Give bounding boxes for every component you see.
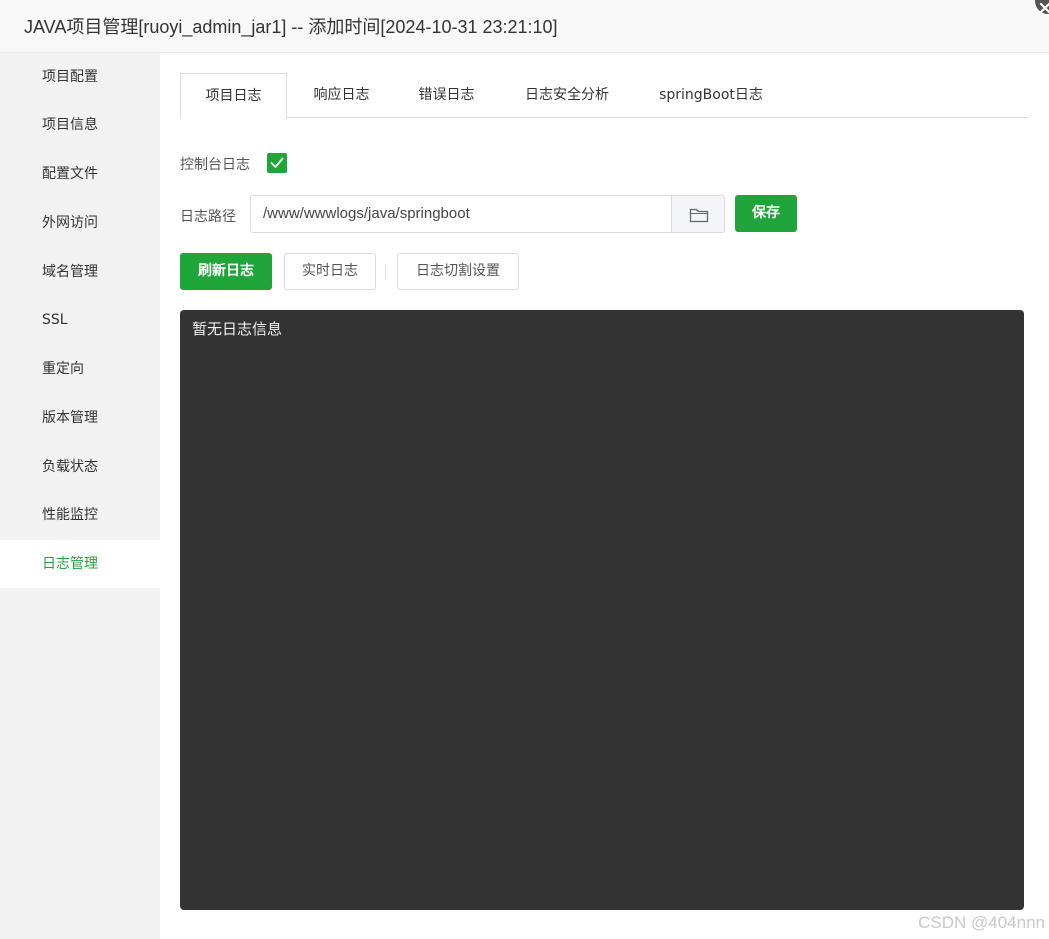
tab-project-log[interactable]: 项目日志 <box>180 73 287 119</box>
sidebar-item-load-status[interactable]: 负载状态 <box>0 443 160 491</box>
save-button[interactable]: 保存 <box>735 195 797 232</box>
refresh-log-button[interactable]: 刷新日志 <box>180 253 272 290</box>
sidebar-item-config-file[interactable]: 配置文件 <box>0 150 160 198</box>
console-log-checkbox[interactable] <box>267 153 287 173</box>
folder-icon <box>689 208 709 223</box>
log-path-label: 日志路径 <box>180 209 236 225</box>
watermark: CSDN @404nnn <box>918 913 1045 932</box>
tab-log-security[interactable]: 日志安全分析 <box>497 73 637 118</box>
close-icon <box>1039 2 1049 14</box>
tab-response-log[interactable]: 响应日志 <box>287 73 396 118</box>
project-dialog: JAVA项目管理[ruoyi_admin_jar1] -- 添加时间[2024-… <box>0 0 1049 939</box>
log-tabs: 项目日志 响应日志 错误日志 日志安全分析 springBoot日志 <box>180 73 1028 119</box>
sidebar-item-domain[interactable]: 域名管理 <box>0 248 160 296</box>
browse-folder-button[interactable] <box>671 195 725 233</box>
dialog-titlebar: JAVA项目管理[ruoyi_admin_jar1] -- 添加时间[2024-… <box>0 0 1049 53</box>
sidebar-item-performance[interactable]: 性能监控 <box>0 491 160 539</box>
sidebar-item-version[interactable]: 版本管理 <box>0 394 160 442</box>
main-panel: 项目日志 响应日志 错误日志 日志安全分析 springBoot日志 控制台日志… <box>160 53 1049 939</box>
sidebar-item-project-config[interactable]: 项目配置 <box>0 53 160 101</box>
log-path-input[interactable]: /www/wwwlogs/java/springboot <box>250 195 672 233</box>
dialog-title: JAVA项目管理[ruoyi_admin_jar1] -- 添加时间[2024-… <box>24 17 558 37</box>
sidebar-item-ssl[interactable]: SSL <box>0 296 160 344</box>
tab-error-log[interactable]: 错误日志 <box>396 73 497 118</box>
sidebar-item-redirect[interactable]: 重定向 <box>0 345 160 393</box>
sidebar: 项目配置 项目信息 配置文件 外网访问 域名管理 SSL 重定向 版本管理 负载… <box>0 53 160 939</box>
log-output-text: 暂无日志信息 <box>192 320 283 338</box>
sidebar-item-external-access[interactable]: 外网访问 <box>0 199 160 247</box>
realtime-log-button[interactable]: 实时日志 <box>284 253 376 290</box>
sidebar-item-log-management[interactable]: 日志管理 <box>0 540 160 588</box>
log-output-panel[interactable]: 暂无日志信息 <box>180 310 1024 910</box>
console-log-label: 控制台日志 <box>180 157 250 173</box>
tab-springboot-log[interactable]: springBoot日志 <box>637 73 785 118</box>
log-rotate-settings-button[interactable]: 日志切割设置 <box>397 253 519 290</box>
check-icon <box>270 157 284 168</box>
button-divider <box>385 265 386 279</box>
sidebar-item-project-info[interactable]: 项目信息 <box>0 101 160 149</box>
